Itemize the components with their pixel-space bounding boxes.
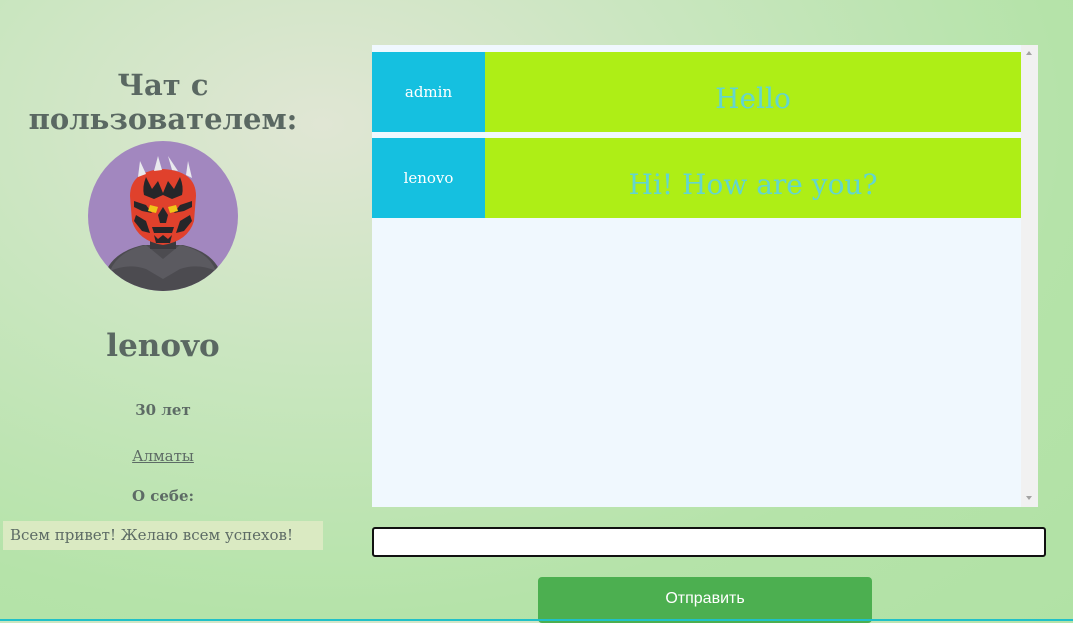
message-author: lenovo — [372, 138, 485, 218]
city-link[interactable]: Алматы — [132, 447, 194, 465]
scrollbar[interactable] — [1021, 45, 1038, 507]
send-button[interactable]: Отправить — [538, 577, 872, 623]
about-text: Всем привет! Желаю всем успехов! — [3, 521, 323, 550]
avatar — [88, 141, 238, 291]
chat-messages-box[interactable]: admin Hello lenovo Hi! How are you? — [372, 45, 1038, 507]
messages-list: admin Hello lenovo Hi! How are you? — [372, 52, 1021, 224]
age-text: 30 лет — [135, 401, 191, 419]
darth-maul-avatar-icon — [103, 156, 223, 291]
city-link-wrapper: Алматы — [0, 447, 326, 465]
message-author: admin — [372, 52, 485, 132]
username: lenovo — [106, 328, 220, 364]
scroll-up-arrow-icon[interactable] — [1026, 51, 1032, 55]
message-text: Hi! How are you? — [485, 138, 1021, 218]
about-label: О себе: — [131, 487, 195, 505]
scroll-down-arrow-icon[interactable] — [1026, 496, 1032, 500]
message-row: lenovo Hi! How are you? — [372, 138, 1021, 218]
message-text: Hello — [485, 52, 1021, 132]
message-input[interactable] — [372, 527, 1046, 557]
message-row: admin Hello — [372, 52, 1021, 132]
chat-title: Чат с пользователем: — [28, 68, 298, 136]
profile-panel: Чат с пользователем: lenovo 30 лет Алмат… — [0, 0, 326, 621]
